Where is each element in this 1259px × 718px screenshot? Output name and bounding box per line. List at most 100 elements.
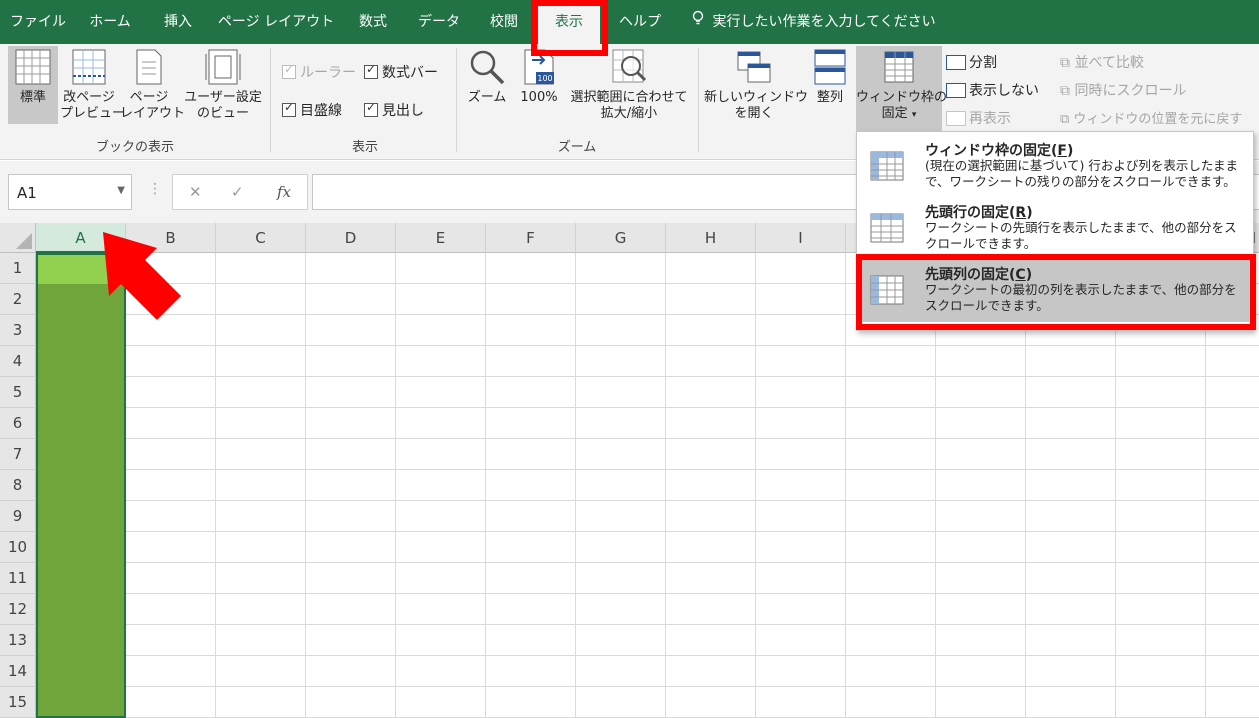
grid-cell[interactable] — [486, 253, 576, 284]
grid-cell[interactable] — [1026, 532, 1116, 563]
grid-cell[interactable] — [306, 625, 396, 656]
grid-cell[interactable] — [576, 377, 666, 408]
grid-cell[interactable] — [666, 532, 756, 563]
grid-cell[interactable] — [306, 687, 396, 718]
grid-cell[interactable] — [666, 656, 756, 687]
grid-cell[interactable] — [216, 284, 306, 315]
row-header[interactable]: 13 — [0, 625, 36, 656]
grid-cell[interactable] — [936, 346, 1026, 377]
grid-cell[interactable] — [576, 284, 666, 315]
grid-cell[interactable] — [756, 315, 846, 346]
grid-cell[interactable] — [216, 439, 306, 470]
grid-cell[interactable] — [396, 253, 486, 284]
grid-cell[interactable] — [486, 656, 576, 687]
grid-cell[interactable] — [846, 656, 936, 687]
tab-formulas[interactable]: 数式 — [344, 0, 402, 44]
arrange-all-button[interactable]: 整列 — [808, 46, 852, 132]
grid-cell[interactable] — [216, 377, 306, 408]
grid-cell[interactable] — [396, 470, 486, 501]
grid-cell[interactable] — [1116, 377, 1206, 408]
grid-cell[interactable] — [576, 470, 666, 501]
grid-cell[interactable] — [486, 408, 576, 439]
grid-cell[interactable] — [126, 408, 216, 439]
grid-cell[interactable] — [576, 563, 666, 594]
grid-cell[interactable] — [756, 532, 846, 563]
tab-help[interactable]: ヘルプ — [608, 0, 672, 44]
grid-cell[interactable] — [1026, 346, 1116, 377]
row-header[interactable]: 2 — [0, 284, 36, 315]
grid-cell[interactable] — [666, 408, 756, 439]
grid-cell[interactable] — [936, 439, 1026, 470]
column-header[interactable]: G — [576, 223, 666, 253]
grid-cell[interactable] — [216, 594, 306, 625]
grid-cell[interactable] — [1116, 563, 1206, 594]
row-header[interactable]: 15 — [0, 687, 36, 718]
grid-cell[interactable] — [936, 377, 1026, 408]
grid-cell[interactable] — [396, 532, 486, 563]
grid-cell[interactable] — [1026, 625, 1116, 656]
grid-cell[interactable] — [576, 625, 666, 656]
grid-cell[interactable] — [846, 439, 936, 470]
grid-cell[interactable] — [1116, 532, 1206, 563]
unhide-window-button[interactable]: 再表示 — [946, 108, 1011, 128]
grid-cell[interactable] — [216, 501, 306, 532]
synchronous-scrolling-button[interactable]: ⧉ 同時にスクロール — [1060, 80, 1186, 100]
grid-cell[interactable] — [666, 687, 756, 718]
grid-cell[interactable] — [1116, 687, 1206, 718]
grid-cell[interactable] — [396, 501, 486, 532]
zoom-to-selection-button[interactable]: 選択範囲に合わせて 拡大/縮小 — [566, 46, 692, 132]
grid-cell[interactable] — [936, 563, 1026, 594]
tab-data[interactable]: データ — [408, 0, 470, 44]
row-header[interactable]: 6 — [0, 408, 36, 439]
column-header[interactable]: F — [486, 223, 576, 253]
grid-cell[interactable] — [756, 625, 846, 656]
tab-insert[interactable]: 挿入 — [150, 0, 206, 44]
grid-cell[interactable] — [126, 594, 216, 625]
grid-cell[interactable] — [1206, 563, 1259, 594]
grid-cell[interactable] — [396, 656, 486, 687]
grid-cell[interactable] — [756, 284, 846, 315]
grid-cell[interactable] — [756, 346, 846, 377]
grid-cell[interactable] — [396, 625, 486, 656]
grid-cell[interactable] — [306, 563, 396, 594]
grid-cell[interactable] — [1116, 470, 1206, 501]
grid-cell[interactable] — [666, 563, 756, 594]
column-header[interactable]: H — [666, 223, 756, 253]
grid-cell[interactable] — [486, 687, 576, 718]
grid-cell[interactable] — [216, 625, 306, 656]
grid-cell[interactable] — [216, 346, 306, 377]
grid-cell[interactable] — [756, 594, 846, 625]
insert-function-icon[interactable]: fx — [277, 183, 291, 201]
grid-cell[interactable] — [306, 532, 396, 563]
grid-cell[interactable] — [486, 315, 576, 346]
grid-cell[interactable] — [576, 253, 666, 284]
grid-cell[interactable] — [846, 501, 936, 532]
grid-cell[interactable] — [216, 687, 306, 718]
grid-cell[interactable] — [126, 563, 216, 594]
grid-cell[interactable] — [216, 253, 306, 284]
chevron-down-icon[interactable]: ▼ — [117, 185, 125, 196]
grid-cell[interactable] — [486, 346, 576, 377]
headings-checkbox[interactable]: 見出し — [364, 100, 424, 120]
grid-cell[interactable] — [846, 594, 936, 625]
row-header[interactable]: 5 — [0, 377, 36, 408]
grid-cell[interactable] — [396, 377, 486, 408]
column-header[interactable]: E — [396, 223, 486, 253]
grid-cell[interactable] — [1206, 470, 1259, 501]
zoom-100-button[interactable]: 100 100% — [514, 46, 564, 132]
grid-cell[interactable] — [126, 501, 216, 532]
grid-cell[interactable] — [846, 408, 936, 439]
grid-cell[interactable] — [1206, 687, 1259, 718]
grid-cell[interactable] — [486, 532, 576, 563]
grid-cell[interactable] — [486, 284, 576, 315]
grid-cell[interactable] — [666, 377, 756, 408]
row-header[interactable]: 7 — [0, 439, 36, 470]
grid-cell[interactable] — [306, 470, 396, 501]
grid-cell[interactable] — [126, 470, 216, 501]
grid-cell[interactable] — [1116, 408, 1206, 439]
grid-cell[interactable] — [486, 439, 576, 470]
grid-cell[interactable] — [1206, 501, 1259, 532]
grid-cell[interactable] — [306, 501, 396, 532]
grid-cell[interactable] — [396, 563, 486, 594]
page-layout-view-button[interactable]: ページ レイアウト — [120, 46, 185, 132]
